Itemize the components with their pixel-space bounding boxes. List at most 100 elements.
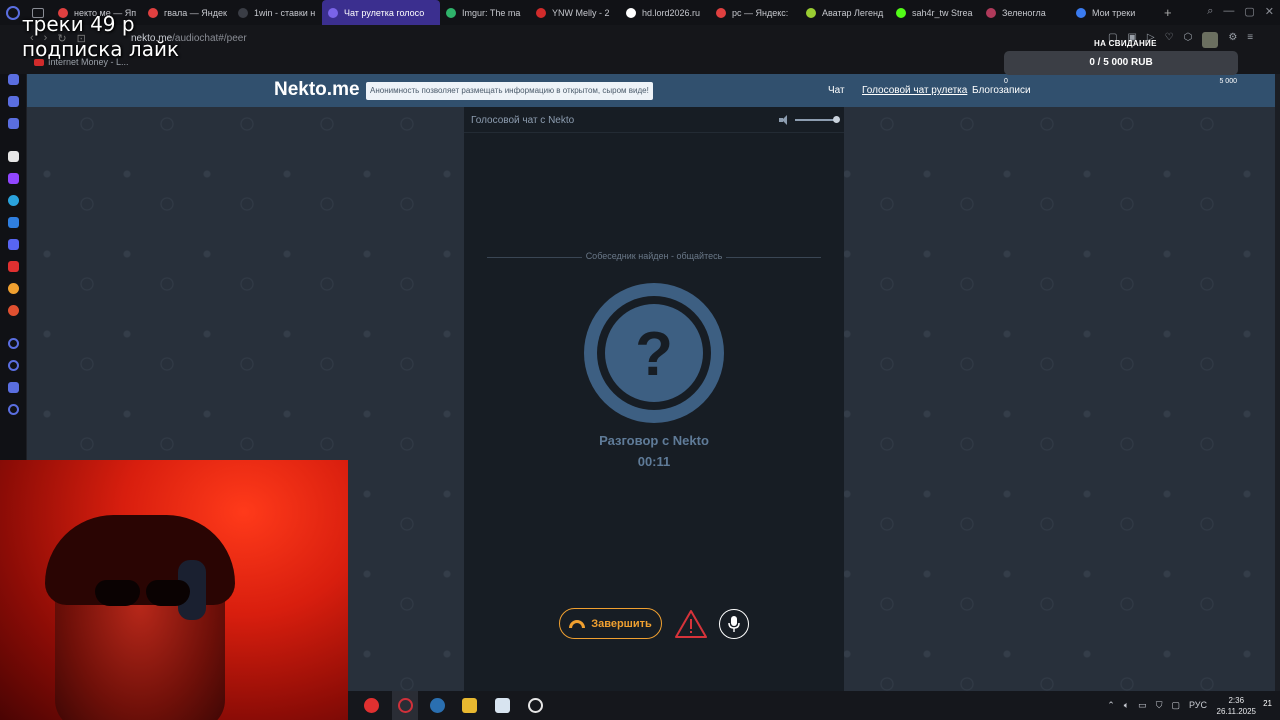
panel-header: Голосовой чат с Nekto — [464, 107, 844, 133]
clock[interactable]: 2:36 26.11.2025 — [1217, 695, 1256, 717]
clock-date: 26.11.2025 — [1216, 707, 1256, 716]
new-tab-button[interactable]: + — [1164, 5, 1172, 20]
twitch-icon[interactable] — [8, 173, 19, 184]
telegram-icon[interactable] — [8, 195, 19, 206]
tab-label: Зеленогла — [1002, 7, 1046, 18]
donation-progress-bar: 0 / 5 000 RUB — [1004, 51, 1238, 75]
tab-label: Imgur: The ma — [462, 7, 521, 18]
music-icon[interactable] — [8, 283, 19, 294]
browser-tab[interactable]: hd.lord2026.ru — [620, 0, 710, 25]
browser-tab[interactable]: YNW Melly - 2 — [530, 0, 620, 25]
tab-strip: некто ме — Яп гвала — Яндек 1win - ставки … — [0, 0, 1280, 25]
phone-hangup-icon — [569, 619, 586, 628]
peer-name: Разговор с Nekto — [599, 433, 709, 448]
volume-slider[interactable] — [795, 116, 840, 123]
overlay-line-1: треки 49 р — [22, 12, 135, 36]
donation-title: НА СВИДАНИЕ — [1094, 39, 1157, 48]
tab-favicon-icon — [446, 7, 456, 18]
downloads-icon[interactable] — [8, 338, 19, 349]
browser-tab[interactable]: Аватар Легенд — [800, 0, 890, 25]
question-mark-icon: ? — [635, 320, 673, 389]
discord-icon[interactable] — [8, 239, 19, 250]
window-controls: ⌕ — ▢ ✕ — [1207, 5, 1274, 18]
sunglasses — [95, 580, 190, 606]
yandex-icon[interactable] — [8, 261, 19, 272]
donation-min: 0 — [1004, 78, 1008, 85]
settings-icon[interactable] — [8, 404, 19, 415]
search-tabs-icon[interactable]: ⌕ — [1207, 5, 1213, 18]
browser-tab[interactable]: Мои треки — [1070, 0, 1160, 25]
status-text: Собеседник найден - общайтесь — [581, 251, 727, 261]
minimize-button[interactable]: — — [1223, 5, 1234, 18]
menu-icon[interactable]: ≡ — [1247, 32, 1253, 48]
network-icon[interactable]: ▭ — [1138, 700, 1147, 711]
browser-tab[interactable]: рс — Яндекс: — [710, 0, 800, 25]
tab-favicon-icon — [626, 7, 636, 18]
clock-icon[interactable] — [8, 360, 19, 371]
tab-favicon-icon — [986, 7, 996, 18]
screen: некто ме — Яп гвала — Яндек 1win - ставки … — [0, 0, 1280, 720]
report-warning-icon[interactable] — [674, 609, 708, 639]
obs-icon[interactable] — [528, 698, 543, 713]
nav-voice-chat[interactable]: Голосовой чат рулетка — [862, 85, 967, 96]
bookmarks-icon[interactable] — [8, 74, 19, 85]
window-app-icon[interactable] — [495, 698, 510, 713]
tab-favicon-icon — [536, 7, 546, 18]
browser-tab[interactable]: Зеленогла — [980, 0, 1070, 25]
tab-favicon-icon — [238, 7, 248, 18]
site-tagline: Анонимность позволяет размещать информац… — [366, 82, 653, 100]
security-icon[interactable]: ⛉ — [1156, 700, 1163, 711]
yandex-browser-icon[interactable] — [364, 698, 379, 713]
webcam-feed — [0, 460, 348, 720]
aria-icon[interactable] — [8, 151, 19, 162]
status-separator: Собеседник найден - общайтесь — [487, 251, 821, 263]
call-timer: 00:11 — [637, 454, 671, 469]
site-logo[interactable]: Nekto.me — [274, 79, 360, 101]
overlay-line-2: подписка лайк — [22, 37, 180, 61]
tab-favicon-icon — [806, 7, 816, 18]
url-path: /audiochat#/peer — [172, 33, 247, 44]
tabs: некто ме — Яп гвала — Яндек 1win - ставки … — [52, 0, 1160, 25]
browser-tab[interactable]: Imgur: The ma — [440, 0, 530, 25]
panel-title: Голосовой чат с Nekto — [471, 115, 575, 126]
opera-icon[interactable] — [398, 698, 413, 713]
close-button[interactable]: ✕ — [1265, 5, 1274, 18]
tab-label: рс — Яндекс: — [732, 7, 789, 18]
tab-favicon-icon — [328, 7, 338, 18]
messenger-icon[interactable] — [8, 118, 19, 129]
browser-tab[interactable]: Чат рулетка голосо — [322, 0, 440, 25]
extensions-icon[interactable] — [8, 382, 19, 393]
display-icon[interactable]: ▢ — [1171, 700, 1180, 711]
tab-label: YNW Melly - 2 — [552, 7, 610, 18]
steam-icon[interactable] — [430, 698, 445, 713]
speaker-icon — [779, 115, 790, 125]
history-icon[interactable] — [8, 96, 19, 107]
volume-knob[interactable] — [833, 116, 840, 123]
end-call-button[interactable]: Завершить — [559, 608, 662, 639]
tab-label: hd.lord2026.ru — [642, 7, 701, 18]
notification-count[interactable]: 21 — [1263, 699, 1272, 708]
donation-max: 5 000 — [1219, 78, 1237, 85]
app-icon[interactable] — [8, 305, 19, 316]
tab-label: Аватар Легенд — [822, 7, 884, 18]
volume-icon[interactable]: 🔈︎ — [1124, 700, 1129, 711]
voice-chat-panel: Голосовой чат с Nekto Собеседник найден … — [464, 107, 844, 691]
stream-overlay-text: треки 49 р подписка лайк — [22, 12, 179, 62]
chevron-up-icon[interactable]: ⌃ — [1107, 700, 1115, 711]
tab-label: 1win - ставки н — [254, 7, 316, 18]
nav-chat[interactable]: Чат — [828, 85, 845, 96]
vk-icon[interactable] — [8, 217, 19, 228]
browser-tab[interactable]: sah4r_tw Strea — [890, 0, 980, 25]
donation-goal-widget: НА СВИДАНИЕ 0 / 5 000 RUB 0 5 000 — [998, 36, 1243, 90]
language-indicator[interactable]: РУС — [1189, 700, 1207, 711]
folder-icon[interactable] — [462, 698, 477, 713]
clock-time: 2:36 — [1228, 696, 1245, 705]
tab-favicon-icon — [1076, 7, 1086, 18]
end-call-label: Завершить — [591, 617, 652, 630]
microphone-button[interactable] — [719, 609, 749, 639]
browser-menu-icon[interactable] — [6, 5, 20, 20]
browser-tab[interactable]: 1win - ставки н — [232, 0, 322, 25]
maximize-button[interactable]: ▢ — [1244, 5, 1254, 18]
tab-favicon-icon — [896, 7, 906, 18]
volume-control[interactable] — [779, 115, 840, 125]
